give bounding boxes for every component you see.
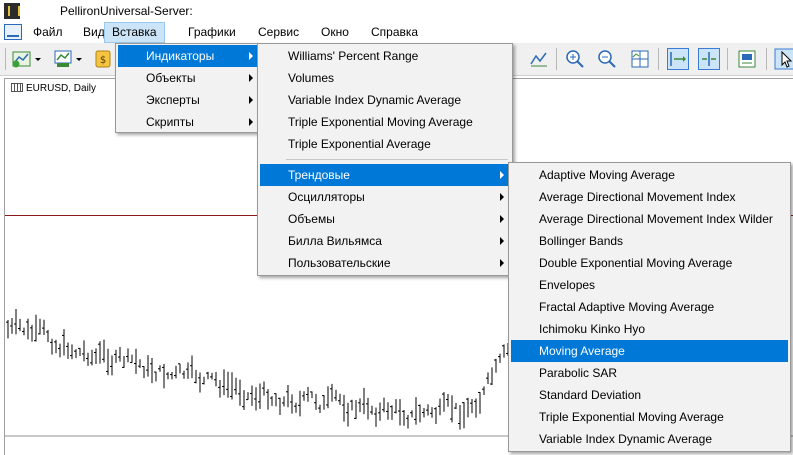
submenu-arrow-icon xyxy=(249,96,253,104)
window-title: PellironUniversal-Server: xyxy=(60,4,193,18)
chart-autoscroll-button[interactable] xyxy=(667,48,689,70)
submenu-arrow-icon xyxy=(500,237,504,245)
cursor-icon[interactable] xyxy=(774,48,793,70)
menu-item-recent-indicator[interactable]: Variable Index Dynamic Average xyxy=(260,89,510,111)
menu-item-bill-williams[interactable]: Билла Вильямса xyxy=(260,230,510,252)
menu-file[interactable]: Файл xyxy=(26,22,70,43)
menu-separator xyxy=(286,159,508,160)
menu-item-label: Эксперты xyxy=(146,93,200,107)
menu-item-bollinger-bands[interactable]: Bollinger Bands xyxy=(511,230,788,252)
menu-item-envelopes[interactable]: Envelopes xyxy=(511,274,788,296)
new-chart-icon[interactable] xyxy=(11,48,33,70)
market-watch-icon[interactable]: $ xyxy=(92,48,114,70)
submenu-arrow-icon xyxy=(249,74,253,82)
menu-item-custom[interactable]: Пользовательские xyxy=(260,252,510,274)
menu-item-dema[interactable]: Double Exponential Moving Average xyxy=(511,252,788,274)
menu-item-recent-indicator[interactable]: Triple Exponential Moving Average xyxy=(260,111,510,133)
submenu-arrow-icon xyxy=(500,259,504,267)
app-window: PellironUniversal-Server: Файл Вид Встав… xyxy=(0,0,793,455)
submenu-arrow-icon xyxy=(249,52,253,60)
chevron-down-icon[interactable] xyxy=(33,48,43,70)
menu-item-volumes[interactable]: Объемы xyxy=(260,208,510,230)
templates-icon[interactable] xyxy=(736,48,758,70)
menu-item-experts[interactable]: Эксперты xyxy=(118,89,257,111)
submenu-arrow-icon xyxy=(500,215,504,223)
menu-item-indicators[interactable]: Индикаторы xyxy=(118,45,257,67)
menu-item-adx[interactable]: Average Directional Movement Index xyxy=(511,186,788,208)
menu-item-frama[interactable]: Fractal Adaptive Moving Average xyxy=(511,296,788,318)
profiles-icon[interactable] xyxy=(52,48,74,70)
line-chart-icon[interactable] xyxy=(528,48,550,70)
menu-item-tema[interactable]: Triple Exponential Moving Average xyxy=(511,406,788,428)
menu-item-label: Скрипты xyxy=(146,115,194,129)
menu-insert[interactable]: Вставка xyxy=(104,22,165,43)
autoscroll-icon xyxy=(670,52,686,66)
menu-item-parabolic-sar[interactable]: Parabolic SAR xyxy=(511,362,788,384)
menu-item-adx-wilder[interactable]: Average Directional Movement Index Wilde… xyxy=(511,208,788,230)
menu-item-recent-indicator[interactable]: Triple Exponential Average xyxy=(260,133,510,155)
submenu-arrow-icon xyxy=(500,171,504,179)
menu-item-label: Пользовательские xyxy=(288,256,391,270)
insert-menu: Индикаторы Объекты Эксперты Скрипты xyxy=(115,43,260,133)
menu-item-recent-indicator[interactable]: Williams' Percent Range xyxy=(260,45,510,67)
menu-item-adaptive-moving-average[interactable]: Adaptive Moving Average xyxy=(511,164,788,186)
chart-shift-button[interactable] xyxy=(698,48,720,70)
menu-help[interactable]: Справка xyxy=(364,22,425,43)
menu-tools[interactable]: Сервис xyxy=(251,22,306,43)
submenu-arrow-icon xyxy=(249,118,253,126)
menu-window[interactable]: Окно xyxy=(314,22,356,43)
menu-item-standard-deviation[interactable]: Standard Deviation xyxy=(511,384,788,406)
menu-item-objects[interactable]: Объекты xyxy=(118,67,257,89)
menu-item-scripts[interactable]: Скрипты xyxy=(118,111,257,133)
submenu-arrow-icon xyxy=(500,193,504,201)
menu-charts[interactable]: Графики xyxy=(181,22,243,43)
menu-item-label: Объекты xyxy=(146,71,196,85)
chevron-down-icon[interactable] xyxy=(74,48,84,70)
menu-item-label: Объемы xyxy=(288,212,335,226)
indicators-menu: Williams' Percent Range Volumes Variable… xyxy=(257,43,513,276)
menu-item-label: Билла Вильямса xyxy=(288,234,382,248)
zoom-in-icon[interactable] xyxy=(564,48,586,70)
menu-item-recent-indicator[interactable]: Volumes xyxy=(260,67,510,89)
title-bar: PellironUniversal-Server: xyxy=(0,0,793,22)
menu-item-oscillators[interactable]: Осцилляторы xyxy=(260,186,510,208)
menu-item-ichimoku[interactable]: Ichimoku Kinko Hyo xyxy=(511,318,788,340)
chart-shift-icon xyxy=(702,52,716,66)
menu-item-vidya[interactable]: Variable Index Dynamic Average xyxy=(511,428,788,450)
app-logo-icon xyxy=(4,3,20,19)
menu-bar: Файл Вид Вставка Графики Сервис Окно Спр… xyxy=(0,22,793,43)
menu-item-trend[interactable]: Трендовые xyxy=(260,164,510,186)
menu-item-moving-average[interactable]: Moving Average xyxy=(511,340,788,362)
svg-text:$: $ xyxy=(100,55,106,66)
menu-item-label: Осцилляторы xyxy=(288,190,365,204)
chart-window-icon[interactable] xyxy=(4,24,22,40)
trend-indicators-menu: Adaptive Moving Average Average Directio… xyxy=(508,162,791,452)
tile-windows-icon[interactable] xyxy=(629,48,651,70)
menu-item-label: Индикаторы xyxy=(146,49,215,63)
menu-item-label: Трендовые xyxy=(288,168,350,182)
zoom-out-icon[interactable] xyxy=(596,48,618,70)
